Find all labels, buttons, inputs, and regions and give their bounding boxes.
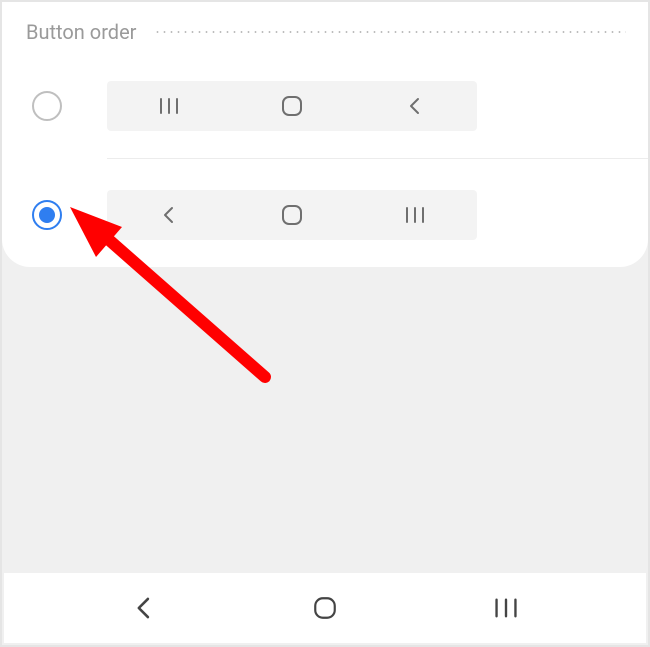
recents-icon <box>156 93 182 119</box>
option-divider <box>107 158 648 159</box>
back-icon <box>156 202 182 228</box>
button-order-card: Button order <box>2 2 648 267</box>
recents-icon[interactable] <box>493 595 519 621</box>
settings-screen: Button order <box>0 0 650 647</box>
option-recents-home-back[interactable] <box>2 74 648 138</box>
system-nav-bar <box>4 573 646 643</box>
option-back-home-recents[interactable] <box>2 183 648 247</box>
header-divider <box>154 31 626 33</box>
radio-selected[interactable] <box>32 200 62 230</box>
home-icon <box>279 93 305 119</box>
nav-preview-b <box>107 190 477 240</box>
recents-icon <box>402 202 428 228</box>
back-icon <box>402 93 428 119</box>
section-header: Button order <box>2 2 648 74</box>
section-title: Button order <box>26 20 136 44</box>
nav-preview-a <box>107 81 477 131</box>
back-icon[interactable] <box>131 595 157 621</box>
home-icon <box>279 202 305 228</box>
home-icon[interactable] <box>312 595 338 621</box>
radio-unselected[interactable] <box>32 91 62 121</box>
